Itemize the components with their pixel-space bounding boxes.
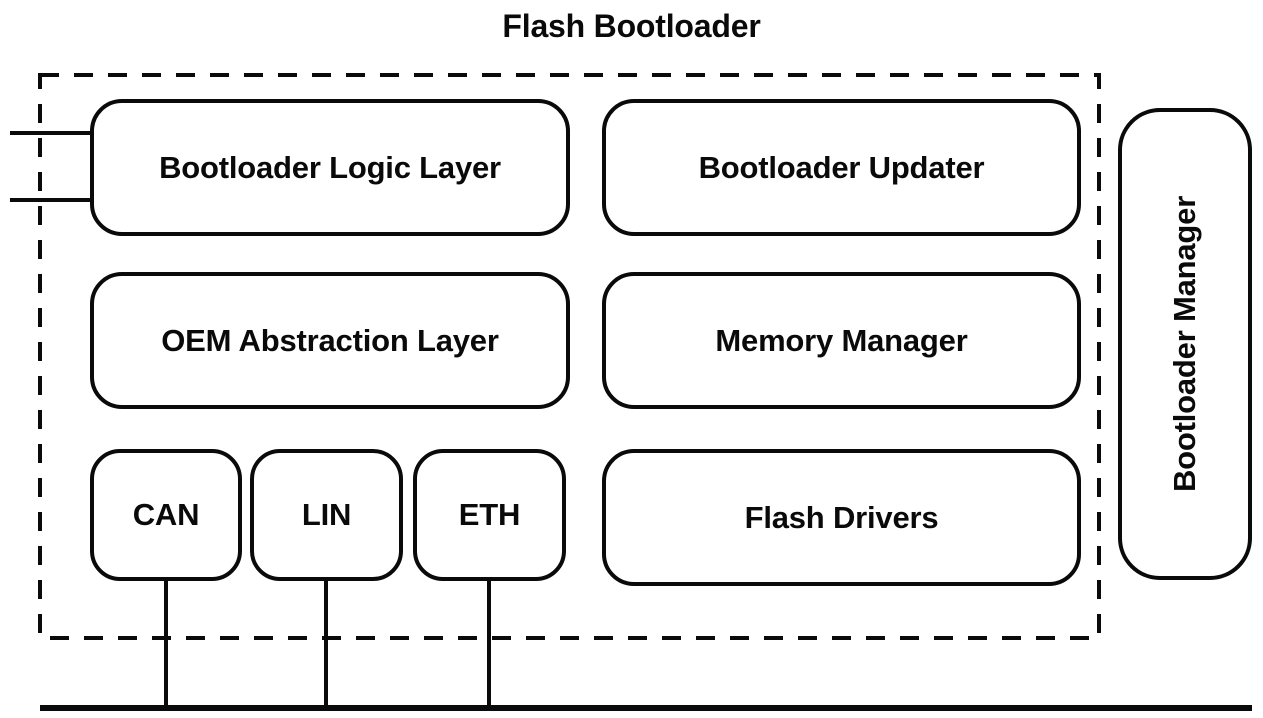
block-bootloader-updater[interactable]	[602, 99, 1081, 236]
block-bootloader-manager[interactable]	[1118, 108, 1252, 580]
block-lin[interactable]	[250, 449, 403, 581]
block-can[interactable]	[90, 449, 242, 581]
block-flash-drivers[interactable]	[602, 449, 1081, 586]
block-oem-abstraction-layer[interactable]	[90, 272, 570, 409]
block-memory-manager[interactable]	[602, 272, 1081, 409]
flash-bootloader-diagram: Flash Bootloader Bootloader Logic Layer …	[0, 0, 1263, 718]
block-bootloader-logic-layer[interactable]	[90, 99, 570, 236]
block-eth[interactable]	[413, 449, 566, 581]
diagram-canvas	[10, 73, 1252, 711]
